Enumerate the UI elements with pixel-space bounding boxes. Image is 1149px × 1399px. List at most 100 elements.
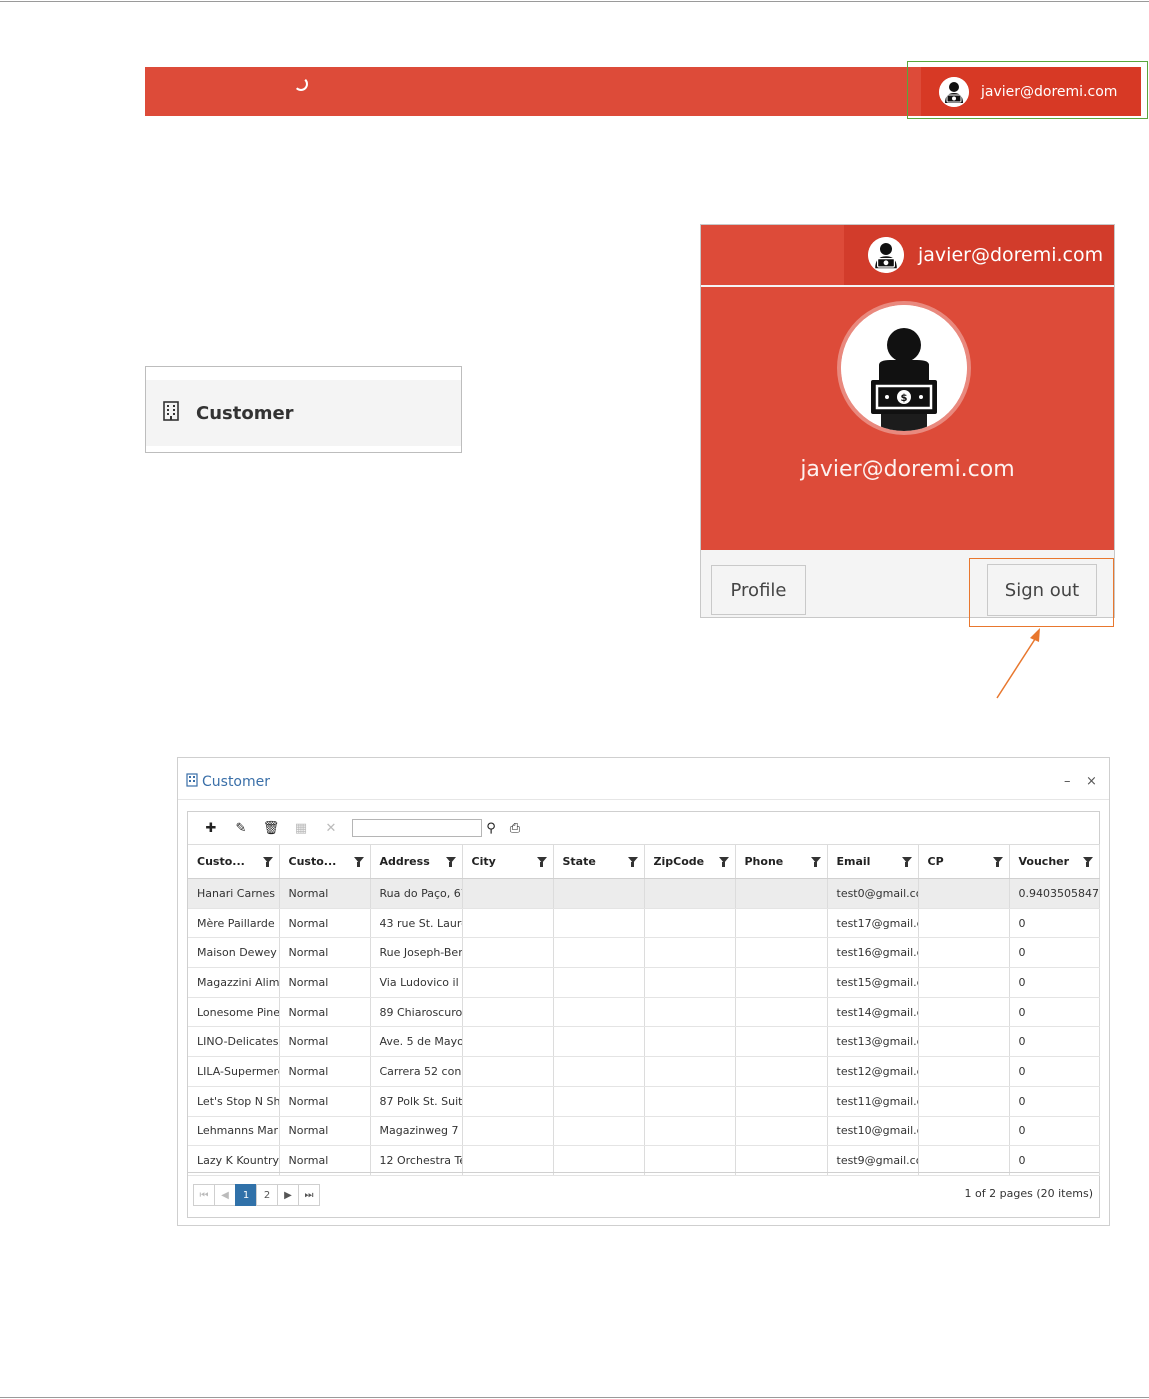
table-cell[interactable] xyxy=(644,1116,736,1147)
table-cell[interactable]: 0 xyxy=(1009,1116,1100,1147)
table-cell[interactable]: Rue Joseph-Bens xyxy=(370,937,463,969)
filter-icon[interactable] xyxy=(353,857,364,867)
table-cell[interactable] xyxy=(918,1056,1010,1087)
table-cell[interactable] xyxy=(735,967,828,998)
table-cell[interactable]: 0.94035058476 xyxy=(1009,878,1100,909)
table-cell[interactable]: Maison Dewey xyxy=(188,937,280,969)
table-cell[interactable] xyxy=(644,1145,736,1176)
table-cell[interactable] xyxy=(918,997,1010,1028)
table-cell[interactable] xyxy=(462,937,554,969)
edit-icon[interactable]: ✎ xyxy=(226,818,256,838)
table-cell[interactable] xyxy=(462,1026,554,1058)
table-cell[interactable] xyxy=(462,1056,554,1087)
profile-button[interactable]: Profile xyxy=(711,565,806,615)
last-page-icon[interactable]: ⏭ xyxy=(298,1184,320,1206)
table-cell[interactable]: test10@gmail.com xyxy=(827,1116,919,1147)
table-cell[interactable]: Normal xyxy=(279,1145,371,1176)
table-cell[interactable]: test0@gmail.com xyxy=(827,878,919,909)
table-cell[interactable] xyxy=(553,1145,645,1176)
table-cell[interactable]: Lehmanns Marktstand xyxy=(188,1116,280,1147)
add-icon[interactable]: ✚ xyxy=(196,818,226,838)
table-row[interactable]: Lonesome PineNormal89 Chiaroscuro Rd. tes… xyxy=(188,997,1100,1028)
table-cell[interactable] xyxy=(553,1056,645,1087)
table-cell[interactable] xyxy=(735,878,828,909)
column-header[interactable]: ZipCode xyxy=(644,844,736,879)
cancel-icon[interactable]: ✕ xyxy=(316,818,346,838)
table-cell[interactable]: Via Ludovico il Moro xyxy=(370,967,463,998)
table-cell[interactable] xyxy=(735,1116,828,1147)
table-cell[interactable]: 0 xyxy=(1009,997,1100,1028)
filter-icon[interactable] xyxy=(1082,857,1093,867)
table-cell[interactable]: 0 xyxy=(1009,908,1100,939)
table-cell[interactable]: 0 xyxy=(1009,1026,1100,1058)
table-cell[interactable]: LINO-Delicateses xyxy=(188,1026,280,1058)
table-cell[interactable] xyxy=(644,1056,736,1087)
table-cell[interactable]: test14@gmail.com xyxy=(827,997,919,1028)
table-cell[interactable] xyxy=(553,1116,645,1147)
table-cell[interactable]: Normal xyxy=(279,937,371,969)
table-cell[interactable]: 12 Orchestra Terrace xyxy=(370,1145,463,1176)
table-cell[interactable]: test11@gmail.com xyxy=(827,1086,919,1117)
table-cell[interactable]: Magazzini Alimentari xyxy=(188,967,280,998)
search-icon[interactable]: ⚲ xyxy=(482,818,500,838)
table-cell[interactable] xyxy=(462,908,554,939)
table-cell[interactable]: Normal xyxy=(279,1026,371,1058)
table-cell[interactable] xyxy=(644,908,736,939)
column-header[interactable]: Email xyxy=(827,844,919,879)
save-icon[interactable]: ▦ xyxy=(286,818,316,838)
table-cell[interactable] xyxy=(735,1026,828,1058)
table-cell[interactable]: Normal xyxy=(279,1056,371,1087)
table-cell[interactable] xyxy=(462,967,554,998)
table-cell[interactable]: 87 Polk St. Suite 5 xyxy=(370,1086,463,1117)
filter-icon[interactable] xyxy=(262,857,273,867)
table-cell[interactable] xyxy=(644,997,736,1028)
column-header[interactable]: Custo... xyxy=(279,844,371,879)
table-row[interactable]: Mère PaillardeNormal43 rue St. Laurent te… xyxy=(188,908,1100,939)
minimize-icon[interactable]: – xyxy=(1064,774,1071,789)
table-cell[interactable]: Normal xyxy=(279,1116,371,1147)
table-cell[interactable] xyxy=(735,937,828,969)
menu-item-customer[interactable]: Customer xyxy=(146,380,461,446)
filter-icon[interactable] xyxy=(992,857,1003,867)
grid-search-input[interactable] xyxy=(352,819,482,837)
table-cell[interactable] xyxy=(644,1086,736,1117)
table-cell[interactable]: Normal xyxy=(279,1086,371,1117)
table-cell[interactable]: Normal xyxy=(279,997,371,1028)
table-cell[interactable] xyxy=(735,908,828,939)
table-cell[interactable]: Mère Paillarde xyxy=(188,908,280,939)
table-cell[interactable] xyxy=(735,1056,828,1087)
table-row[interactable]: Lazy K KountryNormal12 Orchestra Terrace… xyxy=(188,1145,1100,1176)
table-cell[interactable]: test16@gmail.com xyxy=(827,937,919,969)
table-cell[interactable] xyxy=(918,1026,1010,1058)
column-header[interactable]: City xyxy=(462,844,554,879)
table-cell[interactable]: 0 xyxy=(1009,1145,1100,1176)
prev-page-icon[interactable]: ◀ xyxy=(214,1184,236,1206)
table-cell[interactable]: Hanari Carnes xyxy=(188,878,280,909)
filter-icon[interactable] xyxy=(627,857,638,867)
table-cell[interactable] xyxy=(462,997,554,1028)
table-cell[interactable] xyxy=(644,1026,736,1058)
table-cell[interactable] xyxy=(735,1086,828,1117)
close-icon[interactable]: × xyxy=(1086,774,1097,789)
table-cell[interactable] xyxy=(553,908,645,939)
delete-icon[interactable]: 🗑 xyxy=(256,818,286,838)
table-cell[interactable]: 0 xyxy=(1009,1056,1100,1087)
table-row[interactable]: Let's Stop N ShopNormal87 Polk St. Suite… xyxy=(188,1086,1100,1117)
table-row[interactable]: LINO-DelicatesesNormalAve. 5 de Mayo test… xyxy=(188,1026,1100,1058)
table-cell[interactable] xyxy=(462,878,554,909)
column-header[interactable]: State xyxy=(553,844,645,879)
table-cell[interactable]: 43 rue St. Laurent xyxy=(370,908,463,939)
table-cell[interactable]: LILA-Supermercado xyxy=(188,1056,280,1087)
table-cell[interactable]: Carrera 52 con xyxy=(370,1056,463,1087)
table-cell[interactable] xyxy=(462,1116,554,1147)
table-cell[interactable]: Normal xyxy=(279,908,371,939)
table-cell[interactable] xyxy=(918,908,1010,939)
table-cell[interactable] xyxy=(553,967,645,998)
table-row[interactable]: Hanari Carnes Normal Rua do Paço, 67 test0@… xyxy=(188,878,1100,909)
column-header[interactable]: Address xyxy=(370,844,463,879)
first-page-icon[interactable]: ⏮ xyxy=(193,1184,215,1206)
table-cell[interactable]: Normal xyxy=(279,878,371,909)
next-page-icon[interactable]: ▶ xyxy=(277,1184,299,1206)
print-icon[interactable]: ⎙ xyxy=(500,818,530,838)
table-cell[interactable]: Ave. 5 de Mayo xyxy=(370,1026,463,1058)
